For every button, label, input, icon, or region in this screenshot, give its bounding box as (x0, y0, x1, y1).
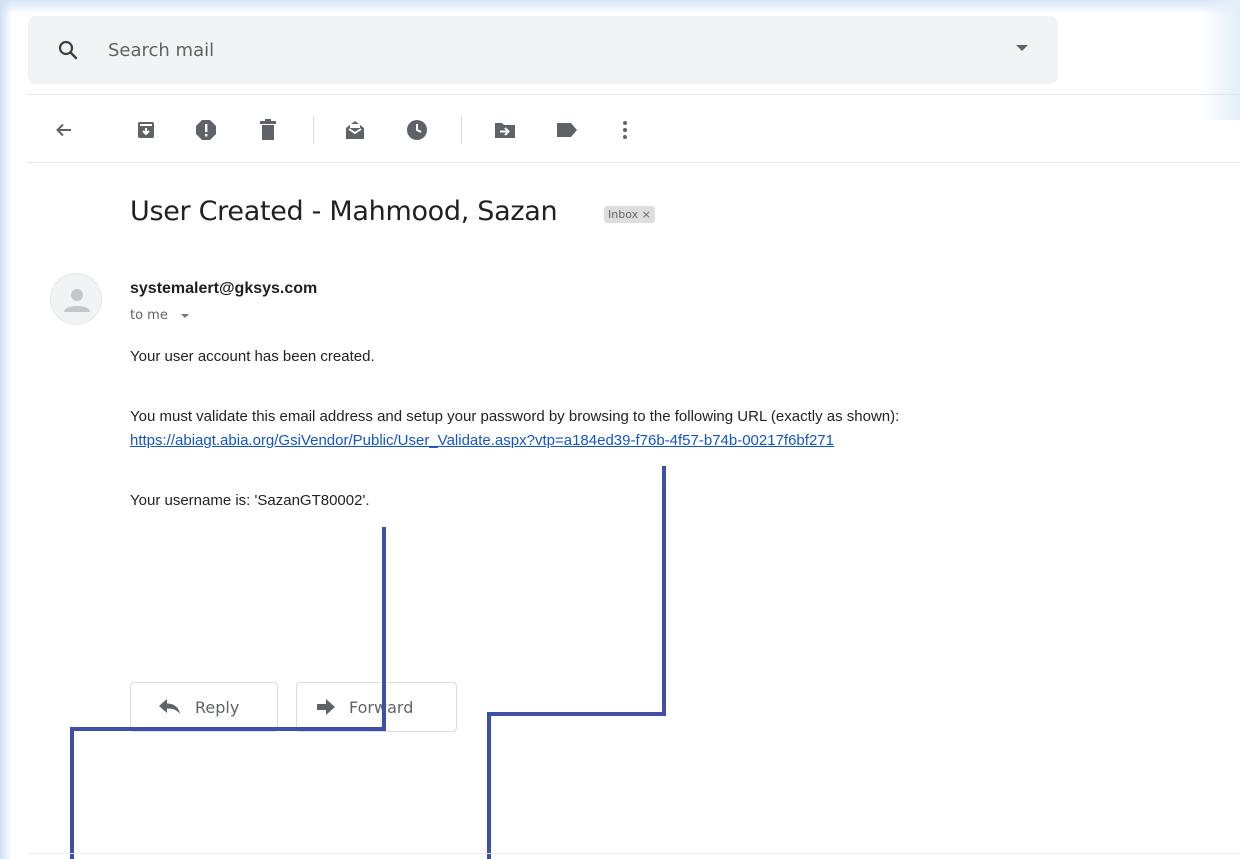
mark-unread-icon[interactable] (343, 118, 367, 142)
inbox-label-badge[interactable]: Inbox × (604, 206, 655, 223)
left-edge-glow (0, 0, 12, 859)
delete-icon[interactable] (256, 118, 280, 142)
archive-icon[interactable] (134, 118, 158, 142)
top-edge-glow (0, 0, 1240, 14)
annotation-line (487, 712, 491, 859)
snooze-icon[interactable] (405, 118, 429, 142)
search-input[interactable]: Search mail (108, 40, 214, 61)
toolbar-separator (461, 116, 462, 144)
move-to-icon[interactable] (493, 118, 517, 142)
body-line: Your user account has been created. (130, 348, 375, 365)
annotation-line (662, 466, 666, 716)
email-subject: User Created - Mahmood, Sazan (130, 196, 558, 227)
header-divider (28, 94, 1240, 95)
body-line: Your username is: 'SazanGT80002'. (130, 492, 370, 509)
person-icon (64, 289, 90, 312)
toolbar-divider (28, 162, 1240, 163)
recipient-details[interactable]: to me (130, 308, 168, 323)
sender-email: systemalert@gksys.com (130, 280, 318, 297)
forward-button[interactable]: Forward (296, 682, 457, 732)
bottom-divider (28, 853, 1240, 854)
reply-button[interactable]: Reply (130, 682, 278, 732)
annotation-line (70, 727, 74, 859)
toolbar-separator (313, 116, 314, 144)
right-edge-glow (1200, 0, 1240, 120)
annotation-line (487, 712, 666, 716)
search-icon[interactable] (56, 38, 80, 62)
validation-link[interactable]: https://abiagt.abia.org/GsiVendor/Public… (130, 432, 834, 449)
annotation-line (382, 527, 386, 731)
search-bar[interactable]: Search mail (28, 16, 1058, 84)
body-line: You must validate this email address and… (130, 408, 900, 425)
reply-icon (159, 699, 181, 715)
reply-label: Reply (195, 697, 240, 717)
recipient-chevron-down-icon[interactable] (181, 314, 189, 318)
avatar (50, 273, 102, 325)
more-vert-icon[interactable] (613, 118, 637, 142)
forward-icon (317, 699, 335, 715)
label-icon[interactable] (555, 118, 579, 142)
report-spam-icon[interactable] (194, 118, 218, 142)
search-options-chevron-down-icon[interactable] (1016, 45, 1028, 51)
annotation-line (70, 727, 386, 731)
arrow-back-icon[interactable] (52, 118, 76, 142)
